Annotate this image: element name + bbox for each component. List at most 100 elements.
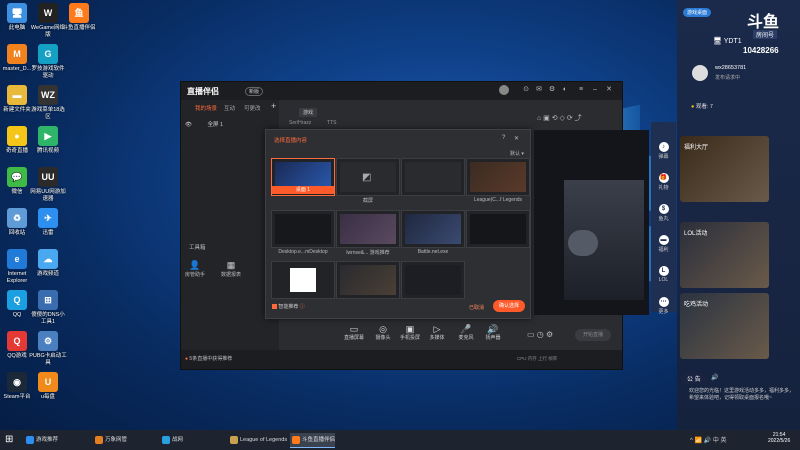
clock[interactable]: 21:54 2022/5/26 <box>768 432 790 444</box>
side-nav-item[interactable]: 🎁 礼物 <box>651 173 676 191</box>
minimize-icon[interactable]: – <box>591 86 599 94</box>
promo-card[interactable]: 福利大厅 <box>680 136 769 202</box>
douyu-logo: 斗鱼 <box>747 14 780 31</box>
smart-recommend-checkbox[interactable]: 智能推荐 ⓘ <box>272 303 305 310</box>
crop-icon: ◩ <box>362 172 372 183</box>
record-icon[interactable]: ⊙ <box>522 86 530 94</box>
preview-tab[interactable]: 游戏 <box>299 108 318 117</box>
tab-editable[interactable]: 可更改 <box>244 104 261 112</box>
taskbar-item[interactable]: League of Legends <box>228 433 287 447</box>
tool-media[interactable]: ▷ 多媒体 <box>424 324 450 341</box>
confirm-button[interactable]: 确认选择 <box>493 300 525 312</box>
status-bar: ● 5条直播中获得推荐 CPU 内存 上行 帧率 <box>181 350 622 369</box>
title-bar[interactable]: 直播伴侣 新版 ⊙ ✉ ⚙ ◐ ≡ – ✕ <box>181 82 622 100</box>
taskbar-item[interactable]: 万象网管 <box>93 433 127 447</box>
source-option[interactable] <box>401 261 465 299</box>
promo-card[interactable]: 吃鸡活动 <box>680 293 769 359</box>
source-label: League(C...f Legends <box>473 197 523 203</box>
scene-item[interactable]: 👁 全屏 1 <box>185 120 223 128</box>
source-option[interactable]: 桌面 1 <box>271 158 335 196</box>
source-option[interactable] <box>271 261 335 299</box>
promo-card[interactable]: LOL活动 <box>680 222 769 288</box>
source-option[interactable] <box>401 158 465 196</box>
skin-icon[interactable]: ◐ <box>561 86 569 94</box>
filter-select[interactable]: 默认 ▾ <box>510 150 524 157</box>
tool-phone-cast[interactable]: ▣ 手机投屏 <box>397 324 423 341</box>
orange-app-icon: M <box>7 44 27 64</box>
logitech-icon: G <box>38 44 58 64</box>
taskbar-item[interactable]: 游戏推荐 <box>24 433 58 447</box>
desktop-icon[interactable]: ⊞ 傻傻的DNS小工具1 <box>29 290 67 325</box>
menu-icon[interactable]: ≡ <box>577 86 585 94</box>
desktop-icon[interactable]: Uu每盘 <box>29 372 67 401</box>
side-nav-item[interactable]: L LOL <box>651 266 676 283</box>
side-nav-icon: ⋯ <box>658 297 669 307</box>
taskbar-item[interactable]: 斗鱼直播伴侣 <box>290 433 336 448</box>
avatar[interactable] <box>499 85 509 95</box>
source-option[interactable] <box>466 210 530 248</box>
desktop-icon[interactable]: ⚙ PUBG卡启动工具 <box>29 331 67 366</box>
source-label: 桌面 1 <box>272 186 334 194</box>
add-scene-icon[interactable]: + <box>271 101 276 111</box>
help-icon[interactable]: ? <box>502 135 505 141</box>
tab-interact[interactable]: 互动 <box>224 104 235 112</box>
tool-mic[interactable]: 🎤 麦克风 <box>453 324 479 341</box>
close-icon[interactable]: ✕ <box>514 135 519 142</box>
source-option[interactable] <box>336 261 400 299</box>
chick-icon: ● <box>7 126 27 146</box>
wechat-icon: 💬 <box>7 167 27 187</box>
side-nav-icon: ▬ <box>658 235 669 245</box>
side-nav-item[interactable]: ⋯ 更多 <box>651 297 676 315</box>
start-live-button[interactable]: 开始直播 <box>575 329 611 341</box>
mail-icon[interactable]: ✉ <box>535 86 543 94</box>
desktop-icon[interactable]: G 罗技游戏软件驱动 <box>29 44 67 79</box>
source-label-2: TTS <box>327 120 337 126</box>
tool-screen[interactable]: ▭ 直播屏幕 <box>341 324 367 341</box>
desktop-icon[interactable]: UU 网易UU网游加速器 <box>29 167 67 202</box>
settings-icons[interactable]: ▭ ◷ ⚙ <box>527 330 553 339</box>
phone-cast-icon: ▣ <box>405 324 415 334</box>
toolbar-icons[interactable]: ⌂ ▣ ⟲ ◇ ⟳ ⤴ <box>537 113 582 123</box>
eye-icon[interactable]: 👁 <box>185 122 192 128</box>
side-nav-icon: L <box>658 266 669 276</box>
dialog-title: 选择直播内容 <box>274 138 308 144</box>
desktop-icon[interactable]: WZ 游戏菜单18选区 <box>29 85 67 120</box>
cancel-link[interactable]: 已取消 <box>469 304 484 311</box>
room-admin-tool[interactable]: 👤 房管助手 <box>183 260 207 278</box>
app-logo: 直播伴侣 <box>187 87 219 96</box>
tool-icon: ⚙ <box>38 331 58 351</box>
tool-camera[interactable]: ◎ 摄像头 <box>370 324 396 341</box>
xunlei-icon: ✈ <box>38 208 58 228</box>
user-icon: 👤 <box>189 260 201 270</box>
tab-my-scenes[interactable]: 我的场景 <box>195 104 217 112</box>
side-nav-item[interactable]: $ 鱼丸 <box>651 204 676 222</box>
app-icon <box>95 436 103 444</box>
game-desktop-tag[interactable]: 游戏桌面 <box>683 8 712 17</box>
desktop-icon[interactable]: ☁ 游戏频道 <box>29 249 67 278</box>
source-option[interactable]: Battle.net.exe <box>401 210 465 255</box>
side-nav-item[interactable]: ♪ 弹幕 <box>651 142 676 160</box>
desktop-icon[interactable]: 鱼斗鱼直播伴侣 <box>60 3 98 32</box>
source-label: lwrnse&... 游戏推荐 <box>346 250 390 256</box>
viewers: ● 观看: 7 <box>691 104 713 110</box>
windows-icon[interactable]: ⊞ <box>5 434 13 445</box>
user-status: 发布请求中 <box>715 75 741 81</box>
close-icon[interactable]: ✕ <box>605 86 613 94</box>
system-tray[interactable]: ^ 📶 🔊 中 英 <box>690 435 727 444</box>
gear-icon[interactable]: ⚙ <box>548 86 556 94</box>
desktop-icon[interactable]: ✈ 迅雷 <box>29 208 67 237</box>
source-thumbnail <box>340 214 396 244</box>
source-option[interactable]: ◩ 截屏 <box>336 158 400 204</box>
game-preview-window <box>534 130 649 315</box>
side-nav-item[interactable]: ▬ 福利 <box>651 235 676 253</box>
promo-card-title: 吃鸡活动 <box>684 302 709 308</box>
media-icon: ▷ <box>433 324 441 334</box>
taskbar-item[interactable]: 战网 <box>160 433 183 447</box>
source-option[interactable]: League(C...f Legends <box>466 158 530 203</box>
source-option[interactable]: lwrnse&... 游戏推荐 <box>336 210 400 256</box>
desktop-icon[interactable]: ▶ 腾讯视频 <box>29 126 67 155</box>
avatar[interactable] <box>692 65 708 81</box>
tool-speaker[interactable]: 🔊 扬声器 <box>480 324 506 341</box>
data-report-tool[interactable]: ▦ 数据报表 <box>219 260 243 278</box>
source-option[interactable]: Desktop.e...mDesktop <box>271 210 335 255</box>
